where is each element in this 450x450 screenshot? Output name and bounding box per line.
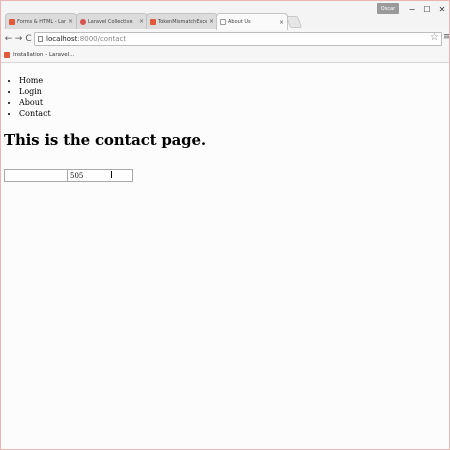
page-content: Home Login About Contact This is the con… (1, 63, 449, 449)
tab-title: Forms & HTML - Laravel (17, 18, 66, 25)
text-input-1[interactable] (4, 169, 68, 182)
text-input-2[interactable] (67, 169, 133, 182)
nav-item-login[interactable]: Login (19, 86, 51, 97)
address-host: localhost (46, 35, 78, 43)
collective-icon (80, 18, 86, 25)
close-window-button[interactable]: ✕ (435, 3, 449, 15)
tab-about-us[interactable]: About Us × (216, 13, 288, 30)
maximize-button[interactable]: ☐ (420, 3, 434, 15)
tab-title: About Us (228, 19, 251, 25)
page-icon (220, 19, 226, 25)
address-path: :8000/contact (77, 35, 127, 43)
tab-strip: Forms & HTML - Laravel × Laravel Collect… (1, 1, 449, 30)
site-nav: Home Login About Contact (10, 75, 51, 119)
close-icon[interactable]: × (139, 18, 144, 25)
bookmark-installation-laravel[interactable]: Installation - Laravel... (4, 52, 74, 58)
close-icon[interactable]: × (68, 18, 73, 25)
tab-title: Laravel Collective (88, 18, 133, 25)
bookmark-label: Installation - Laravel... (13, 52, 75, 58)
laravel-icon (9, 18, 15, 25)
page-icon (38, 36, 43, 42)
tab-title: TokenMismatchException (158, 18, 207, 25)
bookmark-star-icon[interactable]: ☆ (430, 32, 439, 43)
minimize-button[interactable]: − (405, 3, 419, 15)
address-bar[interactable]: localhost:8000/contact (34, 32, 442, 46)
tab-forms-html[interactable]: Forms & HTML - Laravel × (5, 13, 77, 29)
nav-item-contact[interactable]: Contact (19, 108, 51, 119)
menu-icon[interactable]: ≡ (443, 32, 449, 42)
tab-token-mismatch[interactable]: TokenMismatchException × (146, 13, 218, 29)
bookmarks-bar: Installation - Laravel... (1, 49, 449, 63)
page-title: This is the contact page. (4, 131, 206, 149)
nav-item-home[interactable]: Home (19, 75, 51, 86)
laravel-icon (4, 52, 10, 58)
laravel-icon (150, 18, 156, 25)
nav-item-about[interactable]: About (19, 97, 51, 108)
new-tab-button[interactable] (285, 16, 303, 28)
browser-window: Forms & HTML - Laravel × Laravel Collect… (0, 0, 450, 450)
close-icon[interactable]: × (279, 19, 284, 26)
text-cursor-icon: I (110, 170, 113, 181)
reload-button[interactable]: C (23, 33, 34, 44)
profile-badge[interactable]: Oscar (377, 3, 399, 14)
tab-laravel-collective[interactable]: Laravel Collective × (76, 13, 148, 29)
close-icon[interactable]: × (209, 18, 214, 25)
